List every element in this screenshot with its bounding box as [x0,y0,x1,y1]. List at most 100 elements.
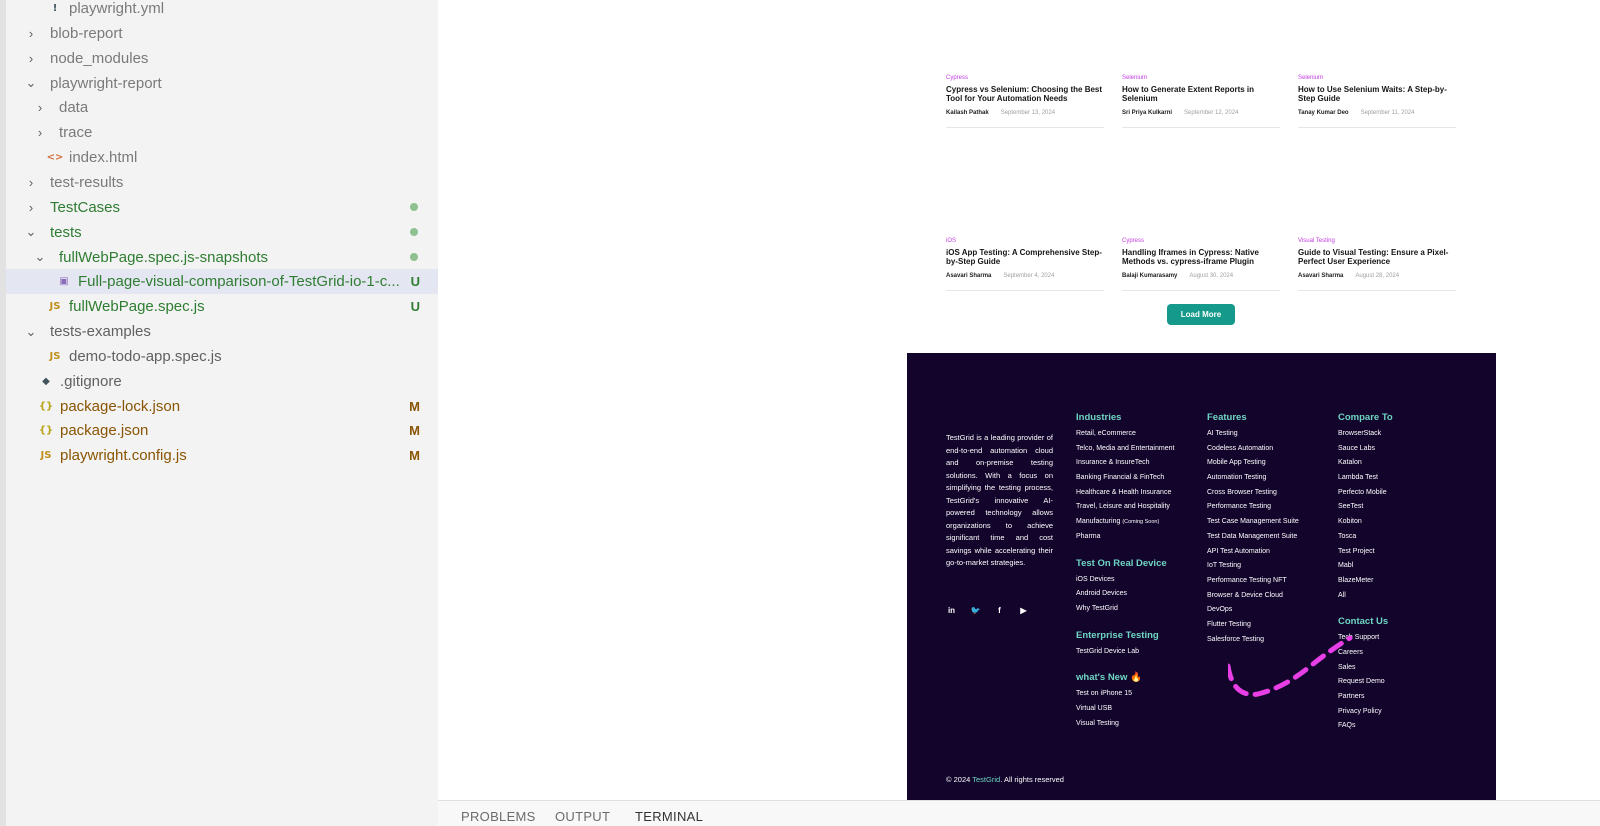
footer-link[interactable]: TestGrid Device Lab [1076,648,1204,663]
footer-link[interactable]: Visual Testing [1076,720,1204,735]
blog-article-card[interactable]: Selenium How to Generate Extent Reports i… [1122,75,1280,128]
twitter-icon[interactable]: 🐦 [970,605,981,616]
footer-link[interactable]: Pharma [1076,533,1204,548]
footer-link[interactable]: BlazeMeter [1338,577,1466,592]
copyright-brand-link[interactable]: TestGrid [972,775,1000,784]
footer-link[interactable]: IoT Testing [1207,562,1335,577]
explorer-item[interactable]: ◆ .gitignore [6,369,438,394]
explorer-item[interactable]: › TestCases [6,195,438,220]
blog-article-card[interactable]: iOS iOS App Testing: A Comprehensive Step… [946,238,1104,291]
explorer-item-label: package.json [60,422,149,440]
tab-problems[interactable]: PROBLEMS [461,809,536,824]
blog-article-card[interactable]: Visual Testing Guide to Visual Testing: E… [1298,238,1456,291]
explorer-item[interactable]: {} package.json M [6,418,438,443]
footer-link[interactable]: Virtual USB [1076,705,1204,720]
load-more-button[interactable]: Load More [1167,304,1235,325]
footer-link[interactable]: Cross Browser Testing [1207,489,1335,504]
explorer-item[interactable]: › blob-report [6,21,438,46]
footer-link[interactable]: Mabl [1338,562,1466,577]
footer-link[interactable]: All [1338,592,1466,607]
explorer-item[interactable]: ⌄ tests [6,220,438,245]
explorer-item-label: fullWebPage.spec.js [69,298,205,316]
explorer-item[interactable]: ⌄ tests-examples [6,319,438,344]
footer-link[interactable]: Manufacturing (Coming Soon) [1076,518,1204,533]
explorer-item[interactable]: › node_modules [6,46,438,71]
blog-article-card[interactable]: Selenium How to Use Selenium Waits: A Ste… [1298,75,1456,128]
footer-link[interactable]: iOS Devices [1076,576,1204,591]
footer-link[interactable]: Test Case Management Suite [1207,518,1335,533]
footer-link[interactable]: Kobiton [1338,518,1466,533]
youtube-icon[interactable]: ▶ [1018,605,1029,616]
footer-link[interactable]: Tosca [1338,533,1466,548]
blog-article-card[interactable]: Cypress Handling Iframes in Cypress: Nati… [1122,238,1280,291]
footer-link[interactable]: Katalon [1338,459,1466,474]
chevron-right-icon: › [37,100,43,116]
footer-link[interactable]: Travel, Leisure and Hospitality [1076,503,1204,518]
footer-link[interactable]: Android Devices [1076,590,1204,605]
footer-link[interactable]: Lambda Test [1338,474,1466,489]
explorer-item[interactable]: JS playwright.config.js M [6,443,438,468]
article-category[interactable]: Cypress [946,75,1104,81]
explorer-item[interactable]: {} package-lock.json M [6,394,438,419]
linkedin-icon[interactable]: in [946,605,957,616]
footer-link[interactable]: Automation Testing [1207,474,1335,489]
article-title[interactable]: Guide to Visual Testing: Ensure a Pixel-… [1298,248,1456,266]
footer-link[interactable]: Healthcare & Health Insurance [1076,489,1204,504]
article-title[interactable]: How to Generate Extent Reports in Seleni… [1122,85,1280,103]
explorer-item[interactable]: ⌄ fullWebPage.spec.js-snapshots [6,245,438,270]
article-category[interactable]: Cypress [1122,238,1280,244]
explorer-item[interactable]: ▣ Full-page-visual-comparison-of-TestGrid… [6,269,438,295]
footer-link[interactable]: Test Data Management Suite [1207,533,1335,548]
footer-link[interactable]: Test on iPhone 15 [1076,690,1204,705]
footer-link[interactable]: Insurance & InsureTech [1076,459,1204,474]
article-title[interactable]: Handling Iframes in Cypress: Native Meth… [1122,248,1280,266]
article-category[interactable]: Selenium [1298,75,1456,81]
explorer-item[interactable]: JS fullWebPage.spec.js U [6,294,438,319]
chevron-right-icon: › [28,174,34,190]
explorer-item[interactable]: JS demo-todo-app.spec.js [6,344,438,369]
facebook-icon[interactable]: f [994,605,1005,616]
tab-output[interactable]: OUTPUT [555,809,610,824]
explorer-item[interactable]: › trace [6,120,438,145]
footer-link[interactable]: Why TestGrid [1076,605,1204,620]
footer-link-label: FAQs [1338,722,1356,730]
article-category[interactable]: iOS [946,238,1104,244]
footer-link-label: Test Data Management Suite [1207,532,1298,540]
article-category[interactable]: Selenium [1122,75,1280,81]
json-file-icon: {} [38,400,54,412]
explorer-item[interactable]: ⌄ playwright-report [6,71,438,96]
blog-article-card[interactable]: Cypress Cypress vs Selenium: Choosing the… [946,75,1104,128]
footer-link[interactable]: Performance Testing [1207,503,1335,518]
footer-link[interactable]: Browser & Device Cloud [1207,592,1335,607]
footer-link[interactable]: Test Project [1338,548,1466,563]
explorer-item[interactable]: ! playwright.yml [6,0,438,21]
footer-link[interactable]: API Test Automation [1207,548,1335,563]
article-category[interactable]: Visual Testing [1298,238,1456,244]
footer-link[interactable]: Telco, Media and Entertainment [1076,445,1204,460]
footer-link[interactable]: Flutter Testing [1207,621,1335,636]
explorer-item[interactable]: › test-results [6,170,438,195]
footer-link[interactable]: AI Testing [1207,430,1335,445]
article-title[interactable]: Cypress vs Selenium: Choosing the Best T… [946,85,1104,103]
chevron-down-icon: ⌄ [25,75,37,91]
article-title[interactable]: iOS App Testing: A Comprehensive Step-by… [946,248,1104,266]
article-author: Tanay Kumar Deo [1298,110,1349,116]
footer-link[interactable]: Banking Financial & FinTech [1076,474,1204,489]
article-meta: Asavari Sharma August 28, 2024 [1298,273,1456,279]
footer-link[interactable]: Perfecto Mobile [1338,489,1466,504]
footer-link[interactable]: Codeless Automation [1207,445,1335,460]
article-title[interactable]: How to Use Selenium Waits: A Step-by-Ste… [1298,85,1456,103]
footer-link[interactable]: FAQs [1338,722,1466,737]
footer-link[interactable]: Mobile App Testing [1207,459,1335,474]
footer-link[interactable]: BrowserStack [1338,430,1466,445]
copyright-suffix: . All rights reserved [1000,775,1064,784]
footer-link[interactable]: Sauce Labs [1338,445,1466,460]
footer-link[interactable]: SeeTest [1338,503,1466,518]
footer-link[interactable]: DevOps [1207,606,1335,621]
footer-link[interactable]: Performance Testing NFT [1207,577,1335,592]
explorer-item[interactable]: <> index.html [6,145,438,170]
footer-link[interactable]: Retail, eCommerce [1076,430,1204,445]
explorer-item[interactable]: › data [6,95,438,120]
tab-terminal[interactable]: TERMINAL [635,809,703,824]
explorer-item-label: .gitignore [60,372,122,390]
